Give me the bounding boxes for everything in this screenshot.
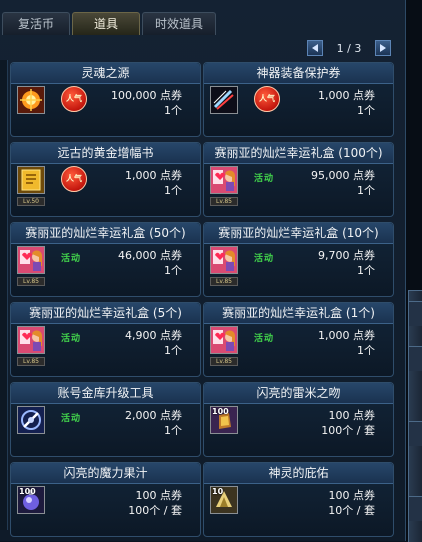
level-requirement: Lv.85: [210, 277, 238, 286]
shop-item-card[interactable]: 闪亮的雷米之吻 100 100 点券 100个 / 套: [203, 382, 394, 457]
item-quantity: 10个 / 套: [328, 504, 375, 517]
item-title: 远古的黄金增幅书: [11, 143, 200, 164]
item-quantity: 1个: [357, 184, 375, 197]
item-price: 4,900 点券: [125, 329, 182, 342]
item-quantity: 1个: [164, 184, 182, 197]
item-title: 神器装备保护券: [204, 63, 393, 84]
magic-juice-icon: 100: [17, 486, 45, 514]
item-quantity: 1个: [357, 344, 375, 357]
shop-item-card[interactable]: 远古的黄金增幅书 Lv.50 人气 1,000 点券 1个: [10, 142, 201, 217]
seria-gift-box-icon: [210, 166, 238, 194]
artifact-protection-ticket-icon: [210, 86, 238, 114]
item-price: 100,000 点券: [111, 89, 182, 102]
item-quantity: 1个: [164, 264, 182, 277]
item-title: 闪亮的雷米之吻: [204, 383, 393, 404]
popular-badge: 人气: [61, 86, 87, 112]
shop-item-card[interactable]: 赛丽亚的灿烂幸运礼盒 (10个) Lv.85 活动 9,700 点券 1个: [203, 222, 394, 297]
divine-blessing-icon: 10: [210, 486, 238, 514]
side-panel-slot: [409, 346, 422, 371]
event-badge: 活动: [61, 254, 82, 264]
item-price: 1,000 点券: [125, 169, 182, 182]
level-requirement: Lv.85: [210, 357, 238, 366]
tab-revive-coin[interactable]: 复活币: [2, 12, 70, 35]
right-side-panel-edge: [406, 0, 422, 542]
item-quantity: 1个: [164, 424, 182, 437]
item-price: 95,000 点券: [311, 169, 375, 182]
shop-item-card[interactable]: 赛丽亚的灿烂幸运礼盒 (1个) Lv.85 活动 1,000 点券 1个: [203, 302, 394, 377]
item-quantity: 1个: [164, 104, 182, 117]
page-indicator: 1 / 3: [336, 41, 362, 55]
side-panel-slot: [409, 496, 422, 521]
level-requirement: Lv.85: [17, 357, 45, 366]
item-price: 46,000 点券: [118, 249, 182, 262]
seria-gift-box-icon: [17, 326, 45, 354]
tab-timed-items[interactable]: 时效道具: [142, 12, 216, 35]
side-panel-slot: [409, 301, 422, 326]
category-tabs: 复活币 道具 时效道具: [2, 12, 218, 36]
soul-source-icon: [17, 86, 45, 114]
shop-item-card[interactable]: 神灵的庇佑 10 100 点券 10个 / 套: [203, 462, 394, 537]
item-title: 赛丽亚的灿烂幸运礼盒 (1个): [204, 303, 393, 324]
item-price: 100 点券: [328, 409, 376, 422]
pagination: 1 / 3: [307, 39, 391, 57]
shop-item-card[interactable]: 赛丽亚的灿烂幸运礼盒 (50个) Lv.85 活动 46,000 点券 1个: [10, 222, 201, 297]
item-price: 100 点券: [135, 489, 183, 502]
item-quantity: 100个 / 套: [321, 424, 375, 437]
remy-kiss-icon: 100: [210, 406, 238, 434]
shop-item-card[interactable]: 闪亮的魔力果汁 100 100 点券 100个 / 套: [10, 462, 201, 537]
item-title: 灵魂之源: [11, 63, 200, 84]
item-title: 闪亮的魔力果汁: [11, 463, 200, 484]
item-quantity: 1个: [357, 104, 375, 117]
stack-count-badge: 100: [212, 407, 229, 416]
shop-item-card[interactable]: 账号金库升级工具活动 2,000 点券 1个: [10, 382, 201, 457]
prev-page-button[interactable]: [307, 40, 323, 56]
shop-item-card[interactable]: 灵魂之源 人气 100,000 点券 1个: [10, 62, 201, 137]
item-price: 9,700 点券: [318, 249, 375, 262]
item-quantity: 1个: [164, 344, 182, 357]
arrow-right-icon: [380, 44, 386, 52]
seria-gift-box-icon: [210, 246, 238, 274]
vault-upgrade-tool-icon: [17, 406, 45, 434]
level-requirement: Lv.85: [210, 197, 238, 206]
level-requirement: Lv.85: [17, 277, 45, 286]
arrow-left-icon: [312, 44, 318, 52]
item-title: 赛丽亚的灿烂幸运礼盒 (100个): [204, 143, 393, 164]
item-price: 100 点券: [328, 489, 376, 502]
tab-items[interactable]: 道具: [72, 12, 140, 35]
stack-count-badge: 10: [212, 487, 224, 496]
item-quantity: 100个 / 套: [128, 504, 182, 517]
item-quantity: 1个: [357, 264, 375, 277]
event-badge: 活动: [61, 414, 82, 424]
event-badge: 活动: [61, 334, 82, 344]
item-price: 2,000 点券: [125, 409, 182, 422]
next-page-button[interactable]: [375, 40, 391, 56]
left-rail: [0, 60, 8, 530]
level-requirement: Lv.50: [17, 197, 45, 206]
popular-badge: 人气: [254, 86, 280, 112]
item-title: 账号金库升级工具: [11, 383, 200, 404]
seria-gift-box-icon: [17, 246, 45, 274]
stack-count-badge: 100: [19, 487, 36, 496]
shop-item-card[interactable]: 神器装备保护券 人气 1,000 点券 1个: [203, 62, 394, 137]
item-price: 1,000 点券: [318, 329, 375, 342]
shop-item-card[interactable]: 赛丽亚的灿烂幸运礼盒 (100个) Lv.85 活动 95,000 点券 1个: [203, 142, 394, 217]
item-title: 神灵的庇佑: [204, 463, 393, 484]
item-title: 赛丽亚的灿烂幸运礼盒 (5个): [11, 303, 200, 324]
event-badge: 活动: [254, 174, 275, 184]
seria-gift-box-icon: [210, 326, 238, 354]
item-price: 1,000 点券: [318, 89, 375, 102]
side-panel-frame: [408, 290, 422, 542]
popular-badge: 人气: [61, 166, 87, 192]
golden-amplify-book-icon: [17, 166, 45, 194]
event-badge: 活动: [254, 334, 275, 344]
item-title: 赛丽亚的灿烂幸运礼盒 (50个): [11, 223, 200, 244]
event-badge: 活动: [254, 254, 275, 264]
item-title: 赛丽亚的灿烂幸运礼盒 (10个): [204, 223, 393, 244]
side-panel-slot: [409, 421, 422, 446]
shop-item-card[interactable]: 赛丽亚的灿烂幸运礼盒 (5个) Lv.85 活动 4,900 点券 1个: [10, 302, 201, 377]
